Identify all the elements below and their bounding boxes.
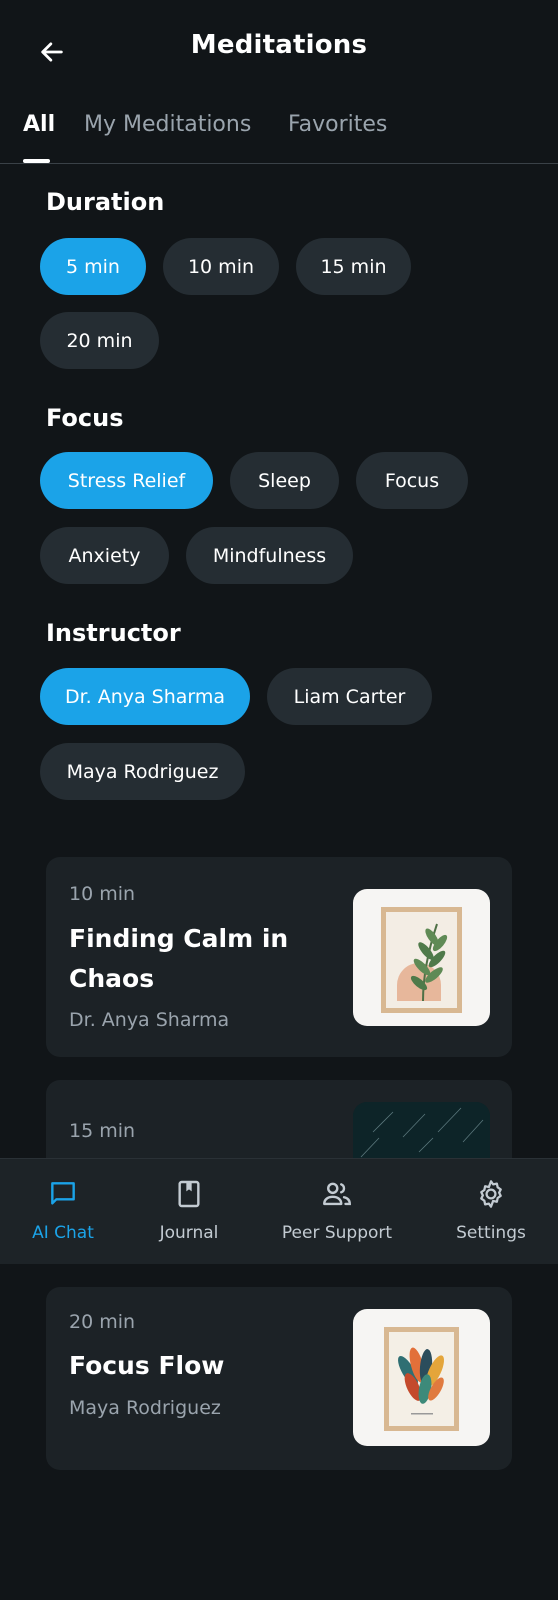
duration-chip-20[interactable]: 20 min <box>40 312 159 369</box>
card-title-line-1: Finding Calm in <box>69 924 289 953</box>
card-instructor: Maya Rodriguez <box>69 1397 221 1419</box>
active-tab-indicator <box>23 159 50 163</box>
tab-all[interactable]: All <box>23 112 55 137</box>
card-thumbnail <box>353 889 490 1026</box>
gear-icon <box>480 1180 502 1208</box>
bottom-navigation: AI Chat Journal Peer Support Settings <box>0 1158 558 1264</box>
nav-journal[interactable]: Journal <box>144 1159 234 1265</box>
nav-peer-support[interactable]: Peer Support <box>277 1159 397 1265</box>
chat-icon <box>51 1182 75 1205</box>
duration-chip-5[interactable]: 5 min <box>40 238 146 295</box>
focus-chip-sleep[interactable]: Sleep <box>230 452 339 509</box>
focus-chip-stress-relief[interactable]: Stress Relief <box>40 452 213 509</box>
card-instructor: Dr. Anya Sharma <box>69 1009 230 1031</box>
card-duration: 15 min <box>69 1120 136 1142</box>
card-title-line-2: Chaos <box>69 964 155 993</box>
duration-chip-10[interactable]: 10 min <box>163 238 279 295</box>
page-title: Meditations <box>190 30 368 60</box>
tab-my-meditations[interactable]: My Meditations <box>84 112 251 137</box>
card-thumbnail <box>353 1309 490 1446</box>
meditation-card[interactable]: 10 min Finding Calm in Chaos Dr. Anya Sh… <box>46 857 512 1057</box>
card-duration: 10 min <box>69 883 136 905</box>
people-icon <box>323 1182 351 1206</box>
nav-label: AI Chat <box>32 1223 94 1243</box>
duration-heading: Duration <box>46 188 165 216</box>
meditations-screen: Meditations All My Meditations Favorites… <box>0 0 558 1600</box>
nav-label: Settings <box>456 1223 526 1243</box>
nav-settings[interactable]: Settings <box>446 1159 536 1265</box>
framed-abstract-art-image <box>384 1327 459 1431</box>
meditation-card[interactable]: 20 min Focus Flow Maya Rodriguez <box>46 1287 512 1470</box>
nav-label: Journal <box>159 1223 219 1243</box>
instructor-chip-anya-sharma[interactable]: Dr. Anya Sharma <box>40 668 250 725</box>
card-duration: 20 min <box>69 1311 136 1333</box>
instructor-chip-liam-carter[interactable]: Liam Carter <box>267 668 432 725</box>
nav-label: Peer Support <box>281 1223 393 1243</box>
focus-chip-focus[interactable]: Focus <box>356 452 468 509</box>
nav-ai-chat[interactable]: AI Chat <box>18 1159 108 1265</box>
tab-bar: All My Meditations Favorites <box>0 104 558 164</box>
duration-chip-15[interactable]: 15 min <box>296 238 411 295</box>
book-icon <box>178 1180 200 1208</box>
focus-chip-mindfulness[interactable]: Mindfulness <box>186 527 353 584</box>
focus-heading: Focus <box>46 404 124 432</box>
framed-leaf-art-image <box>381 907 462 1013</box>
tab-favorites[interactable]: Favorites <box>288 112 387 137</box>
instructor-chip-maya-rodriguez[interactable]: Maya Rodriguez <box>40 743 245 800</box>
instructor-heading: Instructor <box>46 619 181 647</box>
focus-chip-anxiety[interactable]: Anxiety <box>40 527 169 584</box>
card-title-line-1: Focus Flow <box>69 1351 225 1380</box>
